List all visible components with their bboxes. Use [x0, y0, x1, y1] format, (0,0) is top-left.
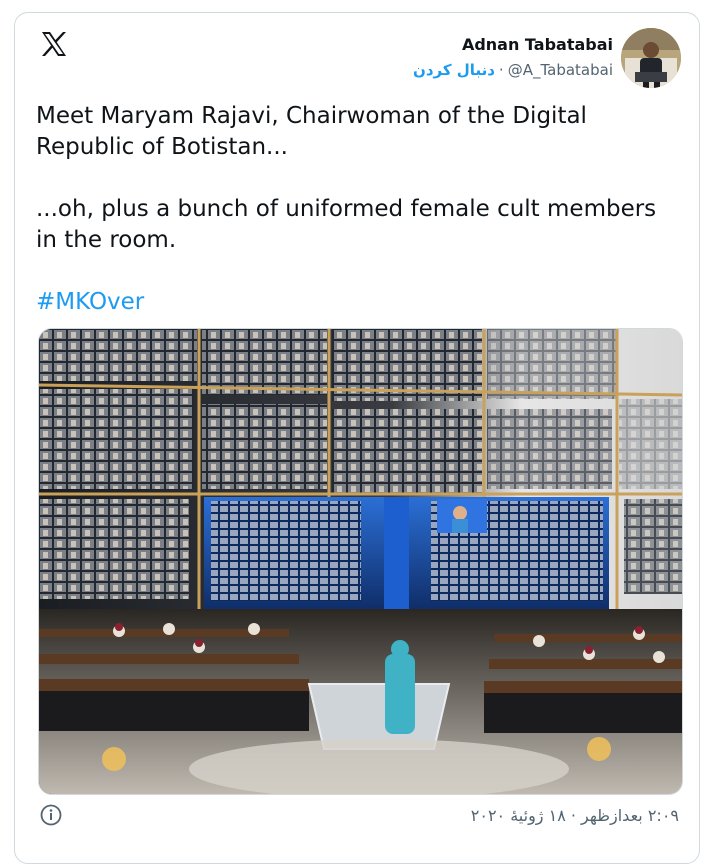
tweet-text: Meet Maryam Rajavi, Chairwoman of the Di…	[36, 101, 682, 318]
author-name[interactable]: Adnan Tabatabai	[462, 35, 613, 54]
tweet-timestamp[interactable]: ۲:۰۹ بعدازظهر · ۱۸ ژوئیهٔ ۲۰۲۰	[471, 806, 679, 825]
tweet-line-1: Meet Maryam Rajavi, Chairwoman of the Di…	[36, 103, 587, 160]
follow-button[interactable]: دنبال کردن	[413, 61, 495, 79]
tweet-footer: ۲:۰۹ بعدازظهر · ۱۸ ژوئیهٔ ۲۰۲۰	[15, 802, 699, 842]
author-handle[interactable]: @A_Tabatabai	[508, 61, 613, 79]
tweet-card: Adnan Tabatabai دنبال کردن · @A_Tabatabai …	[14, 12, 700, 864]
tweet-photo[interactable]	[38, 328, 683, 795]
avatar-image	[621, 28, 681, 88]
avatar[interactable]	[621, 28, 681, 88]
x-logo-icon[interactable]	[39, 29, 69, 59]
hashtag-link[interactable]: #MKOver	[36, 287, 682, 318]
separator-dot: ·	[498, 61, 504, 79]
photo-scene	[39, 329, 682, 794]
tweet-line-2: ...oh, plus a bunch of uniformed female …	[36, 196, 657, 253]
author-subline: دنبال کردن · @A_Tabatabai	[413, 61, 613, 79]
info-icon[interactable]	[40, 804, 62, 826]
